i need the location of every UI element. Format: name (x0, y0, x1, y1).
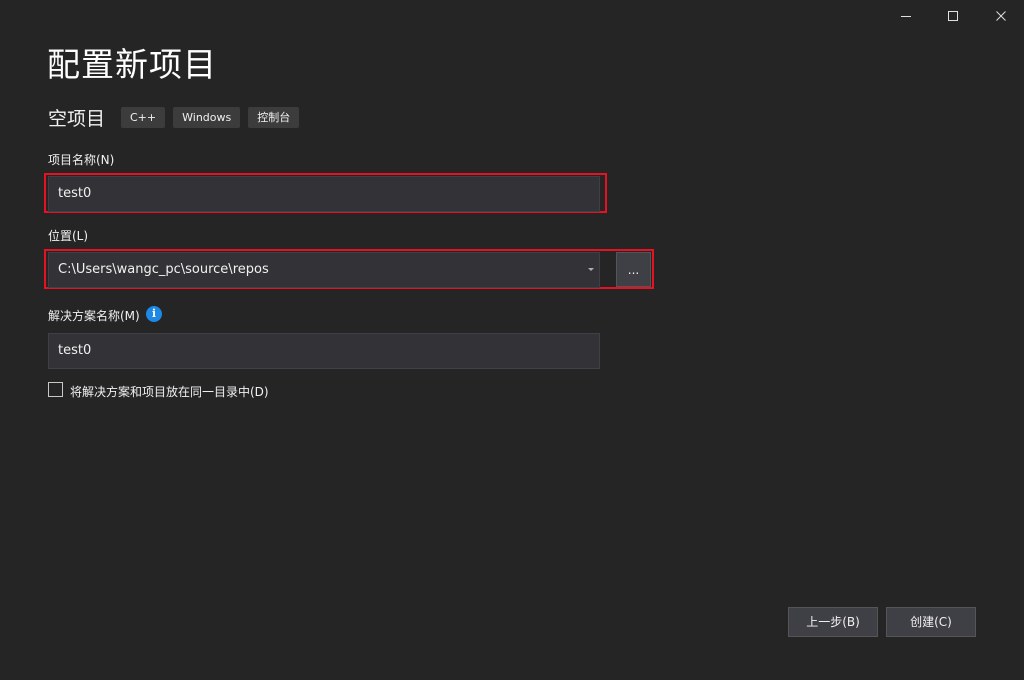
close-icon (996, 11, 1006, 21)
info-icon[interactable]: i (146, 306, 162, 322)
same-directory-checkbox[interactable] (48, 382, 63, 397)
dropdown-arrow-icon[interactable] (588, 268, 594, 271)
browse-button[interactable]: ... (616, 252, 651, 287)
location-label: 位置(L) (48, 229, 89, 243)
project-name-label: 项目名称(N) (48, 153, 115, 167)
close-button[interactable] (977, 0, 1024, 32)
template-tags: C++ Windows 控制台 (121, 107, 300, 128)
tag-platform: Windows (173, 107, 241, 128)
solution-name-label: 解决方案名称(M) (48, 309, 140, 323)
same-directory-checkbox-label[interactable]: 将解决方案和项目放在同一目录中(D) (70, 383, 269, 400)
location-combobox[interactable]: C:\Users\wangc_pc\source\repos (48, 252, 600, 288)
create-button[interactable]: 创建(C) (886, 607, 976, 637)
project-name-input[interactable]: test0 (48, 176, 600, 212)
minimize-button[interactable] (882, 0, 930, 32)
solution-name-input[interactable]: test0 (48, 333, 600, 369)
tag-project-type: 控制台 (248, 107, 300, 128)
back-button[interactable]: 上一步(B) (788, 607, 878, 637)
maximize-button[interactable] (929, 0, 977, 32)
maximize-icon (948, 11, 958, 21)
page-title: 配置新项目 (47, 45, 217, 84)
template-name: 空项目 (48, 108, 106, 130)
minimize-icon (901, 16, 911, 17)
tag-language: C++ (121, 107, 166, 128)
